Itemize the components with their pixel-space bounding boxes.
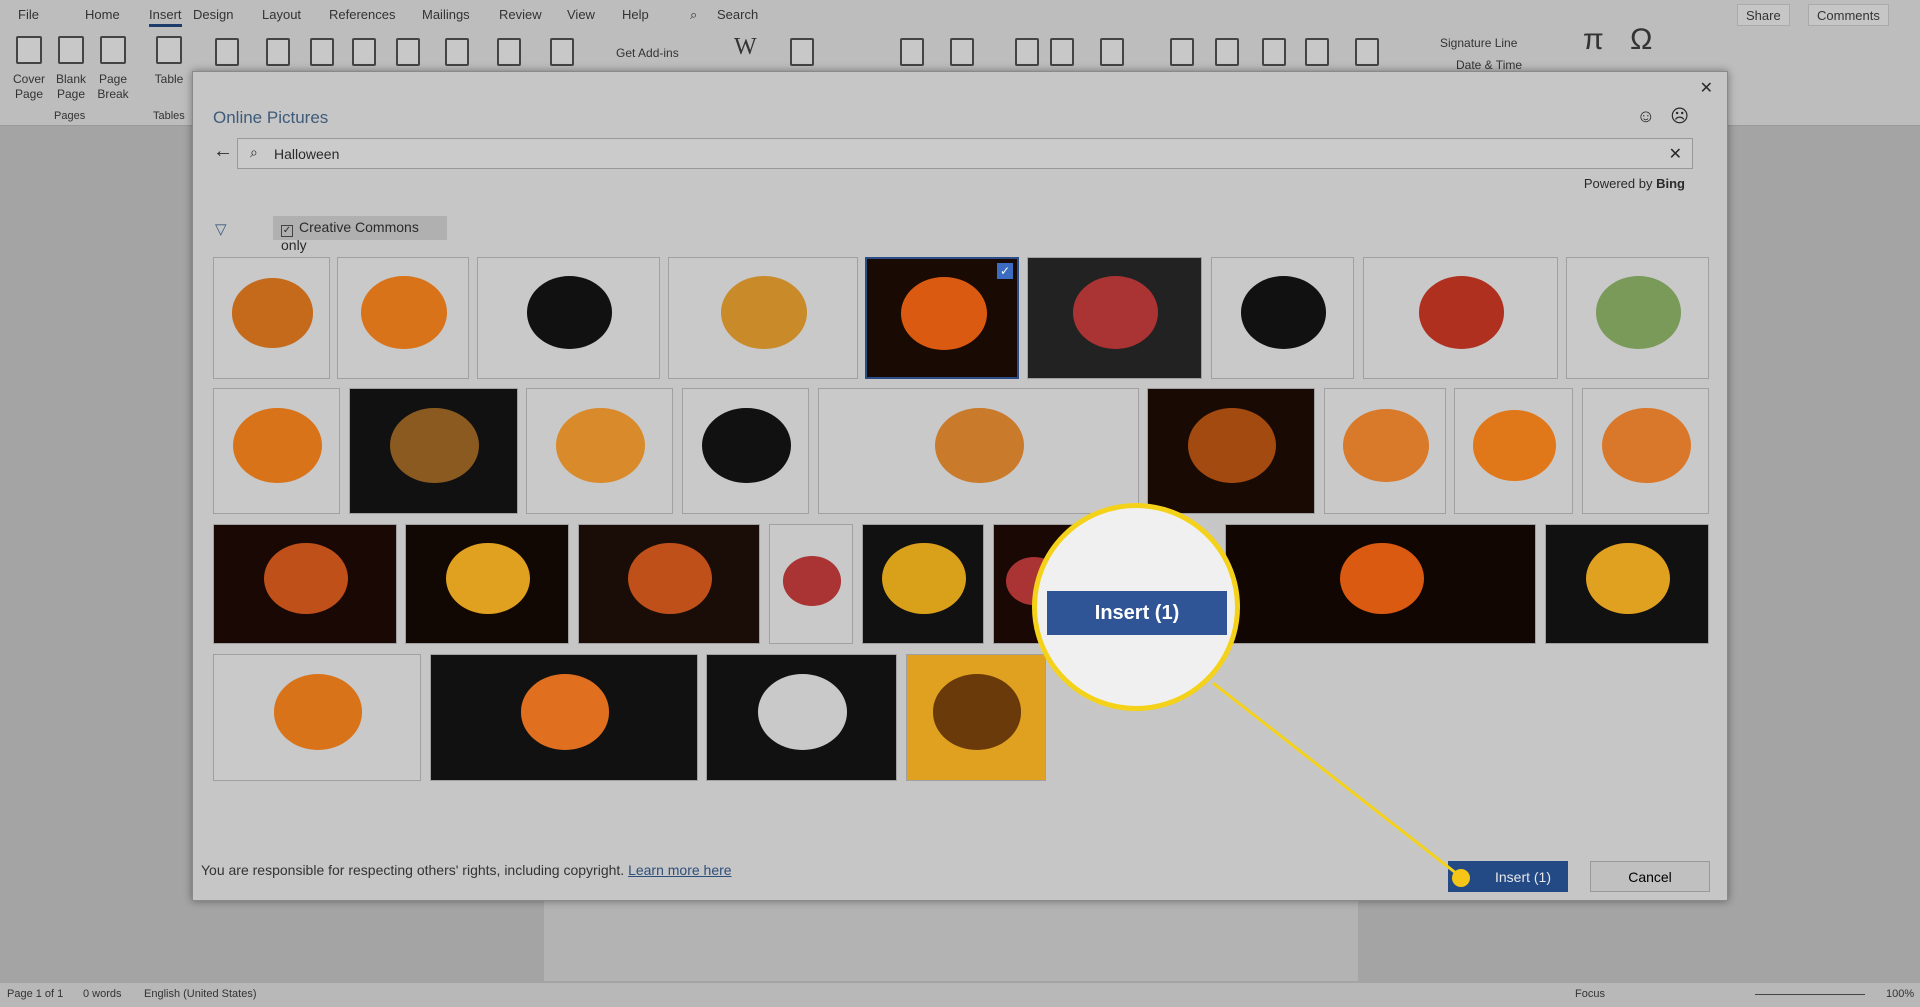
callout-insert-button: Insert (1) [1047, 591, 1227, 635]
zoom-callout: Insert (1) [1032, 503, 1240, 711]
group-pages-label: Pages [54, 110, 86, 122]
callout-dot [1452, 869, 1470, 887]
callout-line [1212, 681, 1462, 879]
group-tables-label: Tables [153, 110, 185, 122]
